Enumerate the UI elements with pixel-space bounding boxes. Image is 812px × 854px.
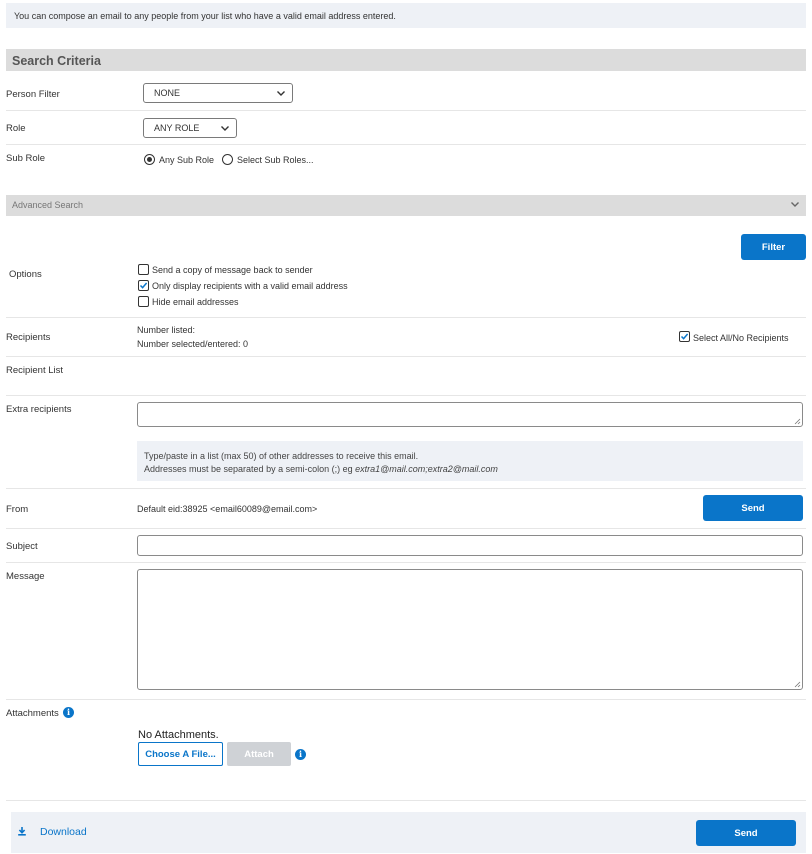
attach-button[interactable]: Attach xyxy=(227,742,291,766)
valid-only-label: Only display recipients with a valid ema… xyxy=(152,281,348,291)
role-label: Role xyxy=(6,123,26,134)
subject-input[interactable] xyxy=(137,535,803,556)
checkmark-icon xyxy=(680,333,689,340)
extra-recipients-input[interactable] xyxy=(137,402,803,427)
checkmark-icon xyxy=(139,282,148,289)
any-sub-role-radio[interactable] xyxy=(144,154,155,165)
search-criteria-title: Search Criteria xyxy=(12,54,101,68)
chevron-down-icon xyxy=(277,91,285,96)
send-button-label: Send xyxy=(741,503,765,514)
hide-emails-label: Hide email addresses xyxy=(152,297,239,307)
role-select[interactable]: ANY ROLE xyxy=(143,118,237,138)
divider xyxy=(6,317,806,318)
footer-send-button[interactable]: Send xyxy=(696,820,796,846)
divider xyxy=(6,488,806,489)
select-sub-roles-radio[interactable] xyxy=(222,154,233,165)
download-link[interactable]: Download xyxy=(40,826,87,838)
subject-label: Subject xyxy=(6,541,38,552)
from-label: From xyxy=(6,504,29,515)
role-value: ANY ROLE xyxy=(154,123,200,133)
extra-recipients-help: Type/paste in a list (max 50) of other a… xyxy=(137,441,803,481)
divider xyxy=(6,110,806,111)
chevron-down-icon xyxy=(221,126,229,131)
info-icon[interactable]: i xyxy=(295,749,306,760)
extra-recipients-label: Extra recipients xyxy=(6,404,72,415)
select-all-checkbox[interactable] xyxy=(679,331,690,342)
advanced-search-header[interactable]: Advanced Search xyxy=(6,195,806,216)
help-line-2-example: extra1@mail.com;extra2@mail.com xyxy=(355,463,498,474)
message-label: Message xyxy=(6,571,45,582)
advanced-search-title: Advanced Search xyxy=(12,200,84,210)
divider xyxy=(6,144,806,145)
resize-grip-icon[interactable] xyxy=(794,681,801,688)
valid-only-checkbox[interactable] xyxy=(138,280,149,291)
divider xyxy=(6,562,806,563)
person-filter-label: Person Filter xyxy=(6,89,60,100)
resize-grip-icon[interactable] xyxy=(794,418,801,425)
select-all-label: Select All/No Recipients xyxy=(693,333,789,343)
divider xyxy=(6,528,806,529)
copy-sender-checkbox[interactable] xyxy=(138,264,149,275)
sub-role-label: Sub Role xyxy=(6,153,46,164)
info-banner-text: You can compose an email to any people f… xyxy=(14,11,396,21)
message-textarea[interactable] xyxy=(137,569,803,690)
number-listed: Number listed: xyxy=(137,325,196,335)
search-criteria-header: Search Criteria xyxy=(6,49,806,71)
download-icon[interactable] xyxy=(17,826,27,836)
filter-button[interactable]: Filter xyxy=(741,234,806,260)
info-banner: You can compose an email to any people f… xyxy=(6,3,806,28)
divider xyxy=(6,800,806,801)
copy-sender-label: Send a copy of message back to sender xyxy=(152,265,313,275)
footer-send-label: Send xyxy=(734,828,758,839)
help-line-2-prefix: Addresses must be separated by a semi-co… xyxy=(144,463,356,474)
any-sub-role-label: Any Sub Role xyxy=(159,155,215,165)
select-sub-roles-label: Select Sub Roles... xyxy=(237,155,314,165)
divider xyxy=(6,356,806,357)
recipients-label: Recipients xyxy=(6,332,51,343)
choose-file-button[interactable]: Choose A File... xyxy=(138,742,223,766)
attach-button-label: Attach xyxy=(244,749,274,760)
hide-emails-checkbox[interactable] xyxy=(138,296,149,307)
radio-dot xyxy=(147,157,152,162)
divider xyxy=(6,699,806,700)
attachments-status: No Attachments. xyxy=(138,729,219,741)
footer-bar: Download Send xyxy=(11,812,806,853)
help-line-1: Type/paste in a list (max 50) of other a… xyxy=(144,451,419,461)
options-label: Options xyxy=(9,269,42,280)
number-selected: Number selected/entered: 0 xyxy=(137,339,249,349)
chevron-down-icon xyxy=(791,202,799,207)
person-filter-select[interactable]: NONE xyxy=(143,83,293,103)
filter-button-label: Filter xyxy=(761,242,786,253)
attachments-label: Attachments xyxy=(6,708,59,719)
help-line-2: Addresses must be separated by a semi-co… xyxy=(144,463,803,476)
person-filter-value: NONE xyxy=(154,88,181,98)
choose-file-label: Choose A File... xyxy=(145,749,216,760)
from-value: Default eid:38925 <email60089@email.com> xyxy=(137,504,318,514)
recipient-list-label: Recipient List xyxy=(6,365,64,376)
divider xyxy=(6,395,806,396)
info-icon[interactable]: i xyxy=(63,707,74,718)
send-button[interactable]: Send xyxy=(703,495,803,521)
